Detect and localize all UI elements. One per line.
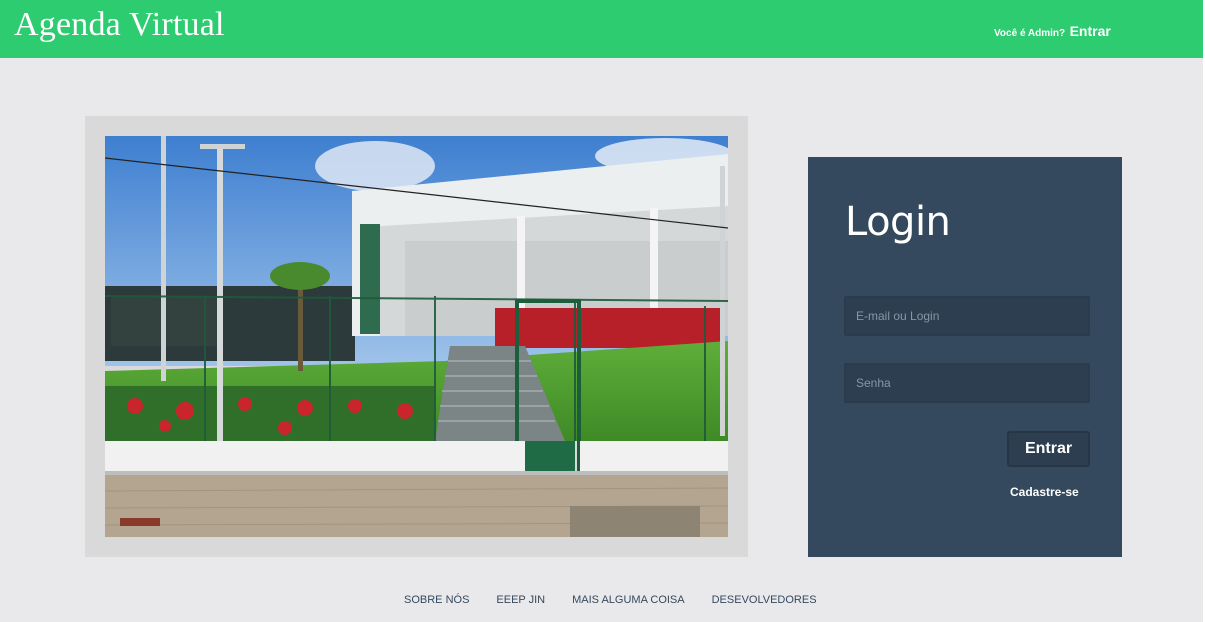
login-panel: Login Entrar Cadastre-se bbox=[808, 157, 1122, 557]
brand-title: Agenda Virtual bbox=[14, 6, 225, 43]
footer-nav: SOBRE NÓS EEEP JIN MAIS ALGUMA COISA DES… bbox=[404, 594, 844, 610]
footer-link-school[interactable]: EEEP JIN bbox=[496, 594, 545, 610]
password-input[interactable] bbox=[844, 363, 1090, 403]
login-submit-button[interactable]: Entrar bbox=[1007, 431, 1090, 467]
admin-area: Você é Admin? Entrar bbox=[994, 23, 1111, 41]
school-building-photo bbox=[105, 136, 728, 537]
top-header: Agenda Virtual Você é Admin? Entrar bbox=[0, 0, 1203, 58]
footer-link-developers[interactable]: DESEVOLVEDORES bbox=[712, 594, 817, 610]
footer-link-more[interactable]: MAIS ALGUMA COISA bbox=[572, 594, 684, 610]
login-title: Login bbox=[845, 199, 951, 245]
photo-frame bbox=[85, 116, 748, 557]
admin-question: Você é Admin? bbox=[994, 28, 1066, 39]
email-login-input[interactable] bbox=[844, 296, 1090, 336]
footer-link-about[interactable]: SOBRE NÓS bbox=[404, 594, 469, 610]
admin-login-link[interactable]: Entrar bbox=[1070, 23, 1111, 39]
signup-link[interactable]: Cadastre-se bbox=[1010, 485, 1079, 499]
